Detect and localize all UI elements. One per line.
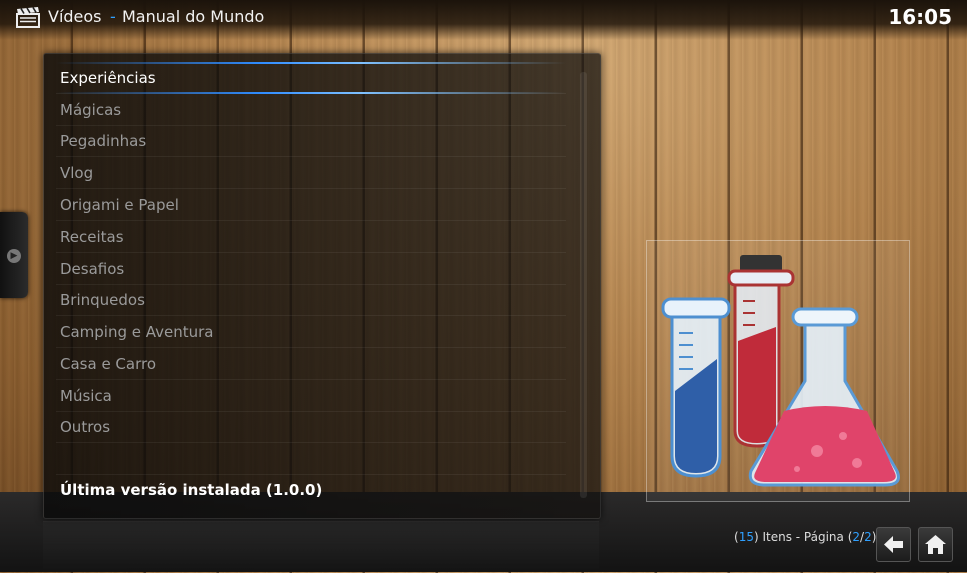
laboratory-flasks-icon xyxy=(661,255,900,487)
list-item-label: Desafios xyxy=(60,260,125,278)
thumbnail-frame xyxy=(646,240,910,502)
version-label[interactable]: Última versão instalada (1.0.0) xyxy=(60,481,322,499)
play-circle-icon: ▶ xyxy=(7,249,21,263)
section-title: Vídeos xyxy=(48,7,102,26)
list-item-camping[interactable]: Camping e Aventura xyxy=(56,316,566,348)
clock: 16:05 xyxy=(888,5,952,29)
list-item-label: Música xyxy=(60,387,112,405)
home-button[interactable] xyxy=(918,527,953,562)
list-item-desafios[interactable]: Desafios xyxy=(56,253,566,285)
list-item-magicas[interactable]: Mágicas xyxy=(56,94,566,126)
items-page-info: (15) Itens - Página (2/2) xyxy=(734,530,877,544)
items-page-label: Itens - Página xyxy=(762,530,844,544)
list-item-label: Vlog xyxy=(60,164,94,182)
list-item-pegadinhas[interactable]: Pegadinhas xyxy=(56,125,566,157)
list-item-casa-carro[interactable]: Casa e Carro xyxy=(56,348,566,380)
list-item-label: Casa e Carro xyxy=(60,355,157,373)
title-separator: - xyxy=(110,7,116,26)
home-icon xyxy=(925,535,946,554)
list-item-label: Experiências xyxy=(60,69,156,87)
list-item-label: Mágicas xyxy=(60,101,122,119)
page-total: 2 xyxy=(864,530,872,544)
list-item-label: Receitas xyxy=(60,228,124,246)
list-item-origami[interactable]: Origami e Papel xyxy=(56,189,566,221)
side-menu-tab[interactable]: ▶ xyxy=(0,212,28,298)
arrow-left-icon xyxy=(884,536,903,553)
list-item-label: Pegadinhas xyxy=(60,132,147,150)
list-item-label: Origami e Papel xyxy=(60,196,179,214)
list-item-label: Outros xyxy=(60,418,111,436)
list-item-label: Brinquedos xyxy=(60,291,145,309)
clapperboard-icon xyxy=(16,7,40,28)
page-current: 2 xyxy=(852,530,861,544)
items-count: 15 xyxy=(738,530,754,544)
addon-title: Manual do Mundo xyxy=(122,7,265,26)
panel-reflection xyxy=(43,521,599,573)
list-item-musica[interactable]: Música xyxy=(56,380,566,412)
list-item-outros[interactable]: Outros xyxy=(56,411,566,443)
back-button[interactable] xyxy=(876,527,911,562)
scrollbar[interactable] xyxy=(580,72,587,498)
list-item-receitas[interactable]: Receitas xyxy=(56,221,566,253)
list-item-empty xyxy=(56,443,566,475)
list-item-brinquedos[interactable]: Brinquedos xyxy=(56,284,566,316)
list-item-vlog[interactable]: Vlog xyxy=(56,157,566,189)
list-item-label: Camping e Aventura xyxy=(60,323,214,341)
list-item-experiencias[interactable]: Experiências xyxy=(56,62,566,94)
